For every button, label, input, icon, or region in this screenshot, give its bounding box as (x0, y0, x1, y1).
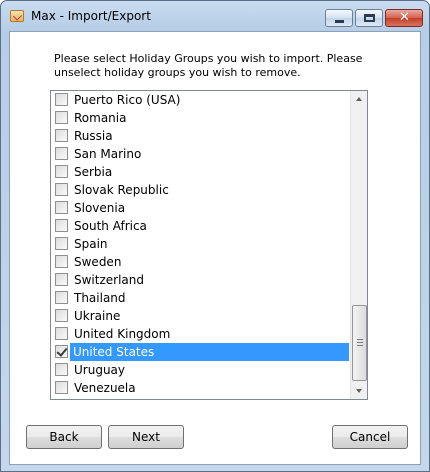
list-item[interactable]: South Africa (51, 217, 349, 235)
arrow-up-icon (356, 97, 362, 101)
item-checkbox[interactable] (55, 309, 68, 322)
back-button[interactable]: Back (26, 425, 102, 449)
item-checkbox[interactable] (55, 363, 68, 376)
list-item[interactable]: Spain (51, 235, 349, 253)
item-checkbox[interactable] (55, 327, 68, 340)
item-checkbox[interactable] (55, 129, 68, 142)
item-checkbox[interactable] (55, 255, 68, 268)
item-label: Romania (74, 111, 127, 125)
dialog-content: Please select Holiday Groups you wish to… (9, 31, 421, 465)
item-label: Uruguay (74, 363, 125, 377)
list-item[interactable]: Serbia (51, 163, 349, 181)
item-label: Thailand (74, 291, 126, 305)
list-item[interactable]: Thailand (51, 289, 349, 307)
arrow-down-icon (356, 389, 362, 393)
item-checkbox[interactable] (55, 183, 68, 196)
item-label: Ukraine (74, 309, 121, 323)
list-item[interactable]: Slovenia (51, 199, 349, 217)
dialog-window: Max - Import/Export ✕ Please select Holi… (0, 0, 430, 472)
scroll-thumb[interactable] (352, 305, 367, 381)
item-checkbox[interactable] (55, 111, 68, 124)
list-item[interactable]: Puerto Rico (USA) (51, 91, 349, 109)
instruction-text: Please select Holiday Groups you wish to… (54, 52, 363, 79)
list-item[interactable]: Romania (51, 109, 349, 127)
item-checkbox[interactable] (55, 93, 68, 106)
vertical-scrollbar[interactable] (350, 91, 367, 399)
item-label: Spain (74, 237, 108, 251)
item-label: Venezuela (74, 381, 136, 395)
item-label: Sweden (74, 255, 122, 269)
item-label: Slovenia (74, 201, 126, 215)
scroll-up-button[interactable] (351, 91, 367, 108)
holiday-groups-items: Puerto Rico (USA) Romania Russia San Marino… (51, 91, 349, 397)
item-checkbox[interactable] (55, 345, 68, 358)
list-item[interactable]: Switzerland (51, 271, 349, 289)
item-checkbox[interactable] (55, 273, 68, 286)
close-button[interactable]: ✕ (385, 9, 423, 27)
list-item[interactable]: Uruguay (51, 361, 349, 379)
close-icon: ✕ (399, 10, 410, 25)
item-label: South Africa (74, 219, 147, 233)
item-label: United Kingdom (74, 327, 171, 341)
envelope-icon (10, 10, 24, 22)
item-label: Switzerland (74, 273, 144, 287)
holiday-groups-list[interactable]: Puerto Rico (USA) Romania Russia San Marino… (50, 90, 368, 400)
list-item[interactable]: Venezuela (51, 379, 349, 397)
item-checkbox[interactable] (55, 291, 68, 304)
cancel-button[interactable]: Cancel (332, 425, 408, 449)
list-item[interactable]: Russia (51, 127, 349, 145)
item-label: San Marino (74, 147, 142, 161)
list-item[interactable]: United Kingdom (51, 325, 349, 343)
grip-icon (357, 339, 363, 346)
item-label: Slovak Republic (74, 183, 169, 197)
window-title: Max - Import/Export (31, 9, 151, 23)
item-checkbox[interactable] (55, 201, 68, 214)
list-item[interactable]: Slovak Republic (51, 181, 349, 199)
list-item[interactable]: Ukraine (51, 307, 349, 325)
maximize-icon (364, 14, 375, 22)
item-checkbox[interactable] (55, 219, 68, 232)
item-label: Serbia (74, 165, 113, 179)
item-label: Puerto Rico (USA) (74, 93, 181, 107)
item-label: United States (70, 343, 349, 361)
item-checkbox[interactable] (55, 381, 68, 394)
list-item[interactable]: United States (51, 343, 349, 361)
maximize-button[interactable] (355, 9, 383, 27)
next-button[interactable]: Next (108, 425, 184, 449)
minimize-icon (335, 20, 344, 23)
list-item[interactable]: Sweden (51, 253, 349, 271)
minimize-button[interactable] (325, 9, 353, 27)
item-checkbox[interactable] (55, 237, 68, 250)
item-checkbox[interactable] (55, 147, 68, 160)
item-checkbox[interactable] (55, 165, 68, 178)
item-label: Russia (74, 129, 113, 143)
scroll-down-button[interactable] (351, 382, 367, 399)
title-bar[interactable]: Max - Import/Export ✕ (1, 1, 429, 31)
list-item[interactable]: San Marino (51, 145, 349, 163)
